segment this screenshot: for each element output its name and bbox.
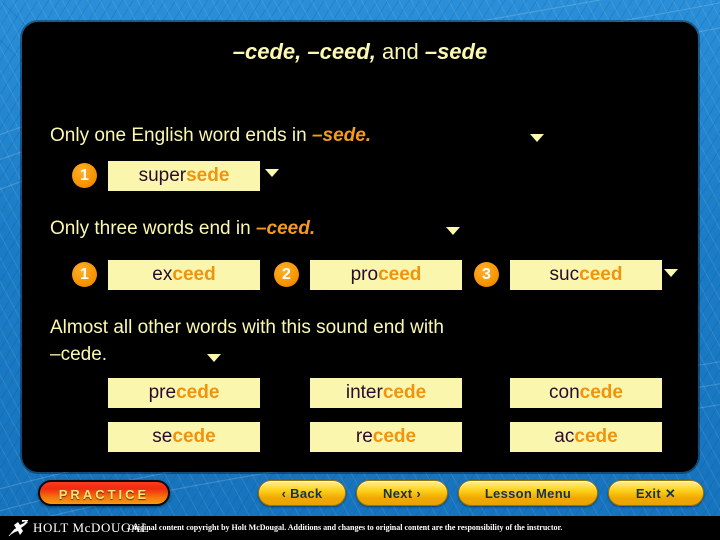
word-prefix: con bbox=[549, 382, 580, 403]
list-number-ceed-2: 2 bbox=[274, 262, 299, 287]
next-button[interactable]: Next › bbox=[356, 480, 448, 506]
statement-sede-lead: Only one English word ends in bbox=[50, 125, 312, 146]
back-button[interactable]: ‹ Back bbox=[258, 480, 346, 506]
statement-sede-suffix: –sede. bbox=[311, 125, 372, 146]
next-button-label: Next bbox=[383, 486, 413, 501]
hint-arrow-ceed-statement[interactable] bbox=[446, 227, 460, 235]
title-part-sede: –sede bbox=[424, 39, 488, 64]
word-box-exceed[interactable]: exceed bbox=[108, 260, 260, 290]
list-number-ceed-3: 3 bbox=[474, 262, 499, 287]
title-part-and: and bbox=[375, 39, 425, 64]
word-box-succeed[interactable]: succeed bbox=[510, 260, 662, 290]
exit-button[interactable]: Exit ✕ bbox=[608, 480, 704, 506]
word-box-proceed[interactable]: proceed bbox=[310, 260, 462, 290]
word-root: sede bbox=[186, 165, 230, 186]
content-panel: –cede, –ceed, and –sede Only one English… bbox=[22, 22, 698, 472]
practice-button[interactable]: PRACTICE bbox=[38, 480, 170, 506]
title-part-cede: –cede, bbox=[232, 39, 302, 64]
word-prefix: pro bbox=[350, 264, 379, 285]
word-root: ceed bbox=[579, 264, 623, 285]
word-prefix: suc bbox=[549, 264, 580, 285]
word-prefix: ac bbox=[554, 426, 575, 447]
word-prefix: pre bbox=[148, 382, 177, 403]
word-prefix: super bbox=[138, 165, 187, 186]
word-prefix: inter bbox=[345, 382, 383, 403]
statement-ceed: Only three words end in –ceed. bbox=[50, 218, 315, 240]
page-title: –cede, –ceed, and –sede bbox=[22, 39, 698, 65]
word-box-secede[interactable]: secede bbox=[108, 422, 260, 452]
chevron-left-icon: ‹ bbox=[281, 486, 287, 501]
hint-arrow-supersede[interactable] bbox=[265, 169, 279, 177]
list-number-ceed-1: 1 bbox=[72, 262, 97, 287]
word-box-precede[interactable]: precede bbox=[108, 378, 260, 408]
back-button-label: Back bbox=[290, 486, 323, 501]
navigation-bar: PRACTICE ‹ Back Next › Lesson Menu Exit … bbox=[0, 474, 720, 516]
word-root: cede bbox=[176, 382, 220, 403]
slide-root: –cede, –ceed, and –sede Only one English… bbox=[0, 0, 720, 540]
hint-arrow-cede-statement[interactable] bbox=[207, 354, 221, 362]
word-box-recede[interactable]: recede bbox=[310, 422, 462, 452]
chevron-right-icon: › bbox=[416, 486, 421, 501]
lesson-menu-button[interactable]: Lesson Menu bbox=[458, 480, 598, 506]
word-root: ceed bbox=[378, 264, 422, 285]
footer-copyright: Original content copyright by Holt McDou… bbox=[128, 523, 563, 532]
word-box-intercede[interactable]: intercede bbox=[310, 378, 462, 408]
statement-ceed-suffix: –ceed. bbox=[255, 218, 316, 239]
word-box-concede[interactable]: concede bbox=[510, 378, 662, 408]
word-prefix: ex bbox=[152, 264, 173, 285]
statement-cede-part2: –cede. bbox=[50, 344, 108, 365]
title-part-ceed: –ceed, bbox=[307, 39, 376, 64]
word-root: cede bbox=[574, 426, 618, 447]
close-x-icon: ✕ bbox=[664, 486, 677, 501]
word-root: cede bbox=[372, 426, 417, 447]
word-prefix: re bbox=[355, 426, 373, 447]
holt-mcdougal-runner-icon bbox=[8, 520, 28, 537]
footer-bar: HOLT McDOUGAL Original content copyright… bbox=[0, 516, 720, 540]
word-prefix: se bbox=[152, 426, 173, 447]
list-number-sede-1: 1 bbox=[72, 163, 97, 188]
word-root: cede bbox=[172, 426, 216, 447]
word-root: cede bbox=[382, 382, 427, 403]
statement-sede: Only one English word ends in –sede. bbox=[50, 125, 371, 147]
exit-button-label: Exit bbox=[635, 486, 661, 501]
word-box-supersede[interactable]: supersede bbox=[108, 161, 260, 191]
word-root: cede bbox=[579, 382, 623, 403]
word-root: ceed bbox=[172, 264, 216, 285]
hint-arrow-sede-statement[interactable] bbox=[530, 134, 544, 142]
hint-arrow-succeed[interactable] bbox=[664, 269, 678, 277]
statement-ceed-lead: Only three words end in bbox=[50, 218, 256, 239]
word-box-accede[interactable]: accede bbox=[510, 422, 662, 452]
statement-cede-part1: Almost all other words with this sound e… bbox=[50, 317, 444, 338]
